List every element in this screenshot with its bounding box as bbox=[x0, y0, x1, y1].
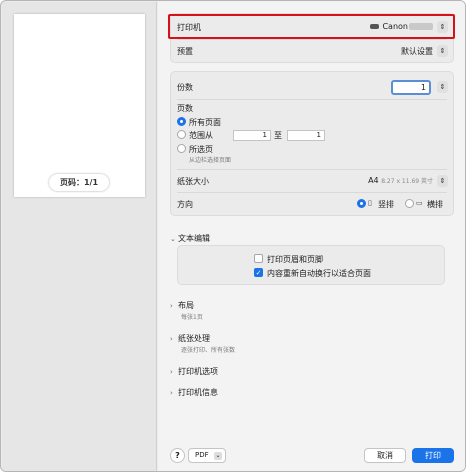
header-footer-checkbox[interactable] bbox=[254, 254, 263, 263]
paper-size-select[interactable]: A4 8.27 x 11.69 英寸 bbox=[368, 176, 433, 185]
help-button[interactable]: ? bbox=[170, 448, 185, 463]
chevron-right-icon: › bbox=[170, 335, 173, 343]
chevron-right-icon: › bbox=[170, 368, 173, 376]
divider bbox=[177, 39, 447, 40]
pages-selected-radio[interactable] bbox=[177, 144, 186, 153]
pdf-label: PDF bbox=[195, 451, 209, 459]
divider bbox=[177, 169, 447, 170]
presets-select[interactable]: 默认设置 bbox=[401, 46, 433, 57]
range-to-label: 至 bbox=[274, 131, 282, 140]
layout-section[interactable]: › 布局 bbox=[170, 300, 194, 311]
orientation-label: 方向 bbox=[177, 200, 193, 209]
pages-all-radio[interactable] bbox=[177, 117, 186, 126]
paper-size-row[interactable]: 纸张大小 A4 8.27 x 11.69 英寸 ⇕ bbox=[171, 171, 453, 191]
options-group: 份数 1 ⇕ 页数 所有页面 范围从 1 至 1 所选页 从边栏选择页面 纸张大… bbox=[170, 71, 454, 216]
header-footer-label: 打印页眉和页脚 bbox=[267, 255, 323, 264]
copies-label: 份数 bbox=[177, 83, 193, 92]
divider bbox=[177, 192, 447, 193]
presets-label: 预置 bbox=[177, 47, 193, 56]
preview-pane: 页码：1/1 bbox=[2, 2, 157, 471]
text-edit-header[interactable]: ⌄ 文本编辑 bbox=[170, 233, 210, 244]
printer-highlight-box bbox=[168, 14, 455, 39]
paper-handling-subtitle: 逐张打印、所有张数 bbox=[181, 347, 236, 354]
pages-selected-hint: 从边栏选择页面 bbox=[189, 157, 232, 164]
pages-range-radio[interactable] bbox=[177, 130, 186, 139]
landscape-icon: ▭ bbox=[416, 199, 423, 207]
printer-options-title: 打印机选项 bbox=[178, 367, 218, 376]
copies-stepper[interactable]: ⇕ bbox=[437, 81, 448, 93]
rewrap-checkbox[interactable]: ✓ bbox=[254, 268, 263, 277]
printer-options-section[interactable]: › 打印机选项 bbox=[170, 366, 218, 377]
chevron-right-icon: › bbox=[170, 389, 173, 397]
paper-size-label: 纸张大小 bbox=[177, 177, 209, 186]
paper-size-popup-icon[interactable]: ⇕ bbox=[437, 175, 448, 187]
layout-title: 布局 bbox=[178, 301, 194, 310]
settings-pane: 打印机 Canon ⇕ 预置 默认设置 ⇕ 份数 1 ⇕ 页数 所有页面 范围从… bbox=[158, 1, 465, 471]
chevron-right-icon: › bbox=[170, 302, 173, 310]
text-edit-box: 打印页眉和页脚 ✓ 内容重新自动换行以适合页面 bbox=[177, 245, 445, 285]
pages-selected-label: 所选页 bbox=[189, 145, 213, 154]
orientation-portrait-radio[interactable] bbox=[357, 199, 366, 208]
range-from-input[interactable]: 1 bbox=[233, 130, 271, 141]
orientation-landscape-label: 横排 bbox=[427, 200, 443, 209]
orientation-row: 方向 ▯ 竖排 ▭ 横排 bbox=[171, 194, 453, 214]
copies-input[interactable]: 1 bbox=[391, 80, 431, 95]
pages-all-label: 所有页面 bbox=[189, 118, 221, 127]
print-button[interactable]: 打印 bbox=[412, 448, 454, 463]
print-dialog: 页码：1/1 打印机 Canon ⇕ 预置 默认设置 ⇕ 份数 1 ⇕ 页数 所… bbox=[0, 0, 466, 472]
page-preview[interactable] bbox=[14, 14, 145, 197]
paper-size-detail: 8.27 x 11.69 英寸 bbox=[381, 178, 433, 185]
paper-handling-title: 纸张处理 bbox=[178, 334, 210, 343]
printer-info-section[interactable]: › 打印机信息 bbox=[170, 387, 218, 398]
layout-subtitle: 每张1页 bbox=[181, 314, 203, 321]
paper-handling-section[interactable]: › 纸张处理 bbox=[170, 333, 210, 344]
printer-info-title: 打印机信息 bbox=[178, 388, 218, 397]
range-to-input[interactable]: 1 bbox=[287, 130, 325, 141]
cancel-button[interactable]: 取消 bbox=[364, 448, 406, 463]
pdf-menu-button[interactable]: PDF ⌄ bbox=[188, 448, 226, 463]
page-indicator: 页码：1/1 bbox=[49, 174, 109, 191]
pages-label: 页数 bbox=[177, 104, 193, 113]
orientation-landscape-radio[interactable] bbox=[405, 199, 414, 208]
paper-size-value: A4 bbox=[368, 176, 379, 185]
pages-range-label: 范围从 bbox=[189, 131, 213, 140]
presets-popup-icon[interactable]: ⇕ bbox=[437, 45, 448, 57]
presets-row[interactable]: 预置 默认设置 ⇕ bbox=[171, 41, 453, 61]
divider bbox=[177, 99, 447, 100]
rewrap-label: 内容重新自动换行以适合页面 bbox=[267, 269, 371, 278]
chevron-down-icon: ⌄ bbox=[214, 452, 222, 460]
portrait-icon: ▯ bbox=[368, 199, 372, 207]
chevron-down-icon: ⌄ bbox=[170, 235, 176, 243]
text-edit-title: 文本编辑 bbox=[178, 234, 210, 243]
copies-row: 份数 1 ⇕ bbox=[171, 75, 453, 97]
orientation-portrait-label: 竖排 bbox=[378, 200, 394, 209]
